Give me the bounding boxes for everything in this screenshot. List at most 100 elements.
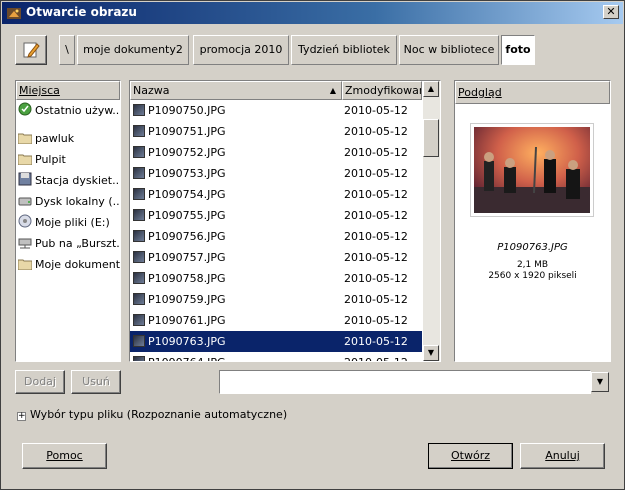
file-name: P1090761.JPG bbox=[148, 314, 226, 327]
image-thumbnail-icon bbox=[133, 146, 145, 158]
floppy-icon bbox=[18, 172, 32, 186]
place-item[interactable]: Dysk lokalny (... bbox=[18, 191, 121, 212]
file-row[interactable]: P1090763.JPG 2010-05-12 bbox=[130, 331, 422, 352]
place-item[interactable]: Stacja dyskiet... bbox=[18, 170, 121, 191]
image-thumbnail-icon bbox=[133, 293, 145, 305]
file-modified: 2010-05-12 bbox=[344, 230, 408, 243]
path-segment-moje-dokumenty2[interactable]: moje dokumenty2 bbox=[77, 35, 189, 65]
file-name: P1090754.JPG bbox=[148, 188, 226, 201]
sort-ascending-icon: ▲ bbox=[329, 86, 336, 95]
file-row[interactable]: P1090758.JPG 2010-05-12 bbox=[130, 268, 422, 289]
file-row[interactable]: P1090756.JPG 2010-05-12 bbox=[130, 226, 422, 247]
place-label: Pulpit bbox=[35, 153, 66, 166]
path-segment-tydzien-bibliotek[interactable]: Tydzień bibliotek bbox=[291, 35, 397, 65]
place-item[interactable]: Moje pliki (E:) bbox=[18, 212, 110, 233]
folder-icon bbox=[17, 151, 33, 166]
image-thumbnail-icon bbox=[133, 356, 145, 361]
file-row[interactable]: P1090759.JPG 2010-05-12 bbox=[130, 289, 422, 310]
preview-panel: Podgląd P1090763.JPG 2,1 MB 2560 x 1920 … bbox=[454, 80, 611, 362]
preview-header: Podgląd bbox=[455, 81, 610, 104]
file-modified: 2010-05-12 bbox=[344, 125, 408, 138]
file-row[interactable]: P1090761.JPG 2010-05-12 bbox=[130, 310, 422, 331]
place-label: pawluk bbox=[35, 132, 75, 145]
place-label: Moje pliki (E:) bbox=[35, 216, 110, 229]
places-header[interactable]: Miejsca bbox=[16, 81, 120, 100]
filename-input[interactable] bbox=[219, 370, 591, 394]
place-label: Stacja dyskiet... bbox=[35, 174, 121, 187]
file-name: P1090752.JPG bbox=[148, 146, 226, 159]
gimp-icon bbox=[6, 5, 22, 21]
place-item[interactable]: Ostatnio używ... bbox=[18, 100, 120, 121]
places-panel: Miejsca Ostatnio używ... pawluk Pulpit Stac… bbox=[15, 80, 121, 362]
preview-dimensions: 2560 x 1920 pikseli bbox=[488, 271, 577, 281]
image-thumbnail-icon bbox=[133, 167, 145, 179]
file-modified: 2010-05-12 bbox=[344, 314, 408, 327]
file-name: P1090759.JPG bbox=[148, 293, 226, 306]
file-modified: 2010-05-12 bbox=[344, 209, 408, 222]
file-name: P1090763.JPG bbox=[148, 335, 226, 348]
image-thumbnail-icon bbox=[133, 251, 145, 263]
file-name: P1090756.JPG bbox=[148, 230, 226, 243]
file-name: P1090764.JPG bbox=[148, 352, 226, 361]
file-modified: 2010-05-12 bbox=[344, 352, 408, 361]
file-row[interactable]: P1090751.JPG 2010-05-12 bbox=[130, 121, 422, 142]
help-button[interactable]: Pomoc bbox=[22, 443, 107, 469]
place-item[interactable]: Pulpit bbox=[17, 149, 66, 170]
title-bar[interactable]: Otwarcie obrazu ✕ bbox=[2, 2, 623, 24]
file-modified: 2010-05-12 bbox=[344, 167, 408, 180]
place-item[interactable]: Pub na „Burszt... bbox=[18, 233, 121, 254]
scrollbar-thumb[interactable] bbox=[423, 119, 439, 157]
filename-dropdown-icon[interactable]: ▼ bbox=[591, 372, 609, 392]
file-modified: 2010-05-12 bbox=[344, 335, 408, 348]
place-item[interactable]: pawluk bbox=[17, 128, 75, 149]
file-modified: 2010-05-12 bbox=[344, 272, 408, 285]
path-segment-promocja-2010[interactable]: promocja 2010 bbox=[193, 35, 289, 65]
path-segment-noc-w-bibliotece[interactable]: Noc w bibliotece bbox=[399, 35, 499, 65]
expand-plus-icon: + bbox=[17, 411, 26, 421]
file-row[interactable]: P1090753.JPG 2010-05-12 bbox=[130, 163, 422, 184]
file-row[interactable]: P1090757.JPG 2010-05-12 bbox=[130, 247, 422, 268]
scroll-up-icon[interactable]: ▲ bbox=[423, 81, 439, 97]
places-list: Ostatnio używ... pawluk Pulpit Stacja dyski… bbox=[16, 100, 121, 361]
preview-filename: P1090763.JPG bbox=[497, 242, 568, 253]
file-modified: 2010-05-12 bbox=[344, 146, 408, 159]
remove-bookmark-button[interactable]: Usuń bbox=[71, 370, 121, 394]
network-drive-icon bbox=[18, 235, 32, 249]
file-name: P1090758.JPG bbox=[148, 272, 226, 285]
file-modified: 2010-05-12 bbox=[344, 251, 408, 264]
add-bookmark-button[interactable]: Dodaj bbox=[15, 370, 65, 394]
image-thumbnail-icon bbox=[133, 272, 145, 284]
filetype-expander[interactable]: + Wybór typu pliku (Rozpoznanie automatyc… bbox=[17, 407, 287, 423]
file-modified: 2010-05-12 bbox=[344, 188, 408, 201]
file-row[interactable]: P1090764.JPG 2010-05-12 bbox=[130, 352, 422, 361]
name-column-header[interactable]: Nazwa ▲ bbox=[130, 81, 342, 100]
file-row[interactable]: P1090750.JPG 2010-05-12 bbox=[130, 100, 422, 121]
preview-thumbnail bbox=[470, 123, 594, 217]
drive-icon bbox=[18, 214, 32, 228]
cancel-button[interactable]: Anuluj bbox=[520, 443, 605, 469]
place-label: Moje dokumenty bbox=[35, 258, 121, 271]
image-thumbnail-icon bbox=[133, 335, 145, 347]
image-thumbnail-icon bbox=[133, 104, 145, 116]
file-row[interactable]: P1090752.JPG 2010-05-12 bbox=[130, 142, 422, 163]
edit-location-button[interactable] bbox=[15, 35, 47, 65]
file-list-panel: Nazwa ▲ Zmodyfikowany P1090750.JPG 2010-0… bbox=[129, 80, 441, 362]
folder-icon bbox=[17, 130, 33, 145]
place-item[interactable]: Moje dokumenty bbox=[17, 254, 121, 275]
modified-column-header[interactable]: Zmodyfikowany bbox=[342, 81, 422, 100]
filename-combo: ▼ bbox=[219, 370, 611, 394]
file-list-scrollbar[interactable]: ▲ ▼ bbox=[423, 81, 440, 361]
place-label: Pub na „Burszt... bbox=[35, 237, 121, 250]
open-image-dialog: Otwarcie obrazu ✕ \ moje dokumenty2 prom… bbox=[0, 0, 625, 490]
path-segment-foto[interactable]: foto bbox=[501, 35, 535, 65]
open-button[interactable]: Otwórz bbox=[428, 443, 513, 469]
file-row[interactable]: P1090755.JPG 2010-05-12 bbox=[130, 205, 422, 226]
close-icon[interactable]: ✕ bbox=[603, 5, 619, 19]
scroll-down-icon[interactable]: ▼ bbox=[423, 345, 439, 361]
file-name: P1090750.JPG bbox=[148, 104, 226, 117]
path-root-button[interactable]: \ bbox=[59, 35, 75, 65]
place-label: Dysk lokalny (... bbox=[35, 195, 121, 208]
harddisk-icon bbox=[18, 193, 32, 206]
file-name: P1090757.JPG bbox=[148, 251, 226, 264]
file-row[interactable]: P1090754.JPG 2010-05-12 bbox=[130, 184, 422, 205]
